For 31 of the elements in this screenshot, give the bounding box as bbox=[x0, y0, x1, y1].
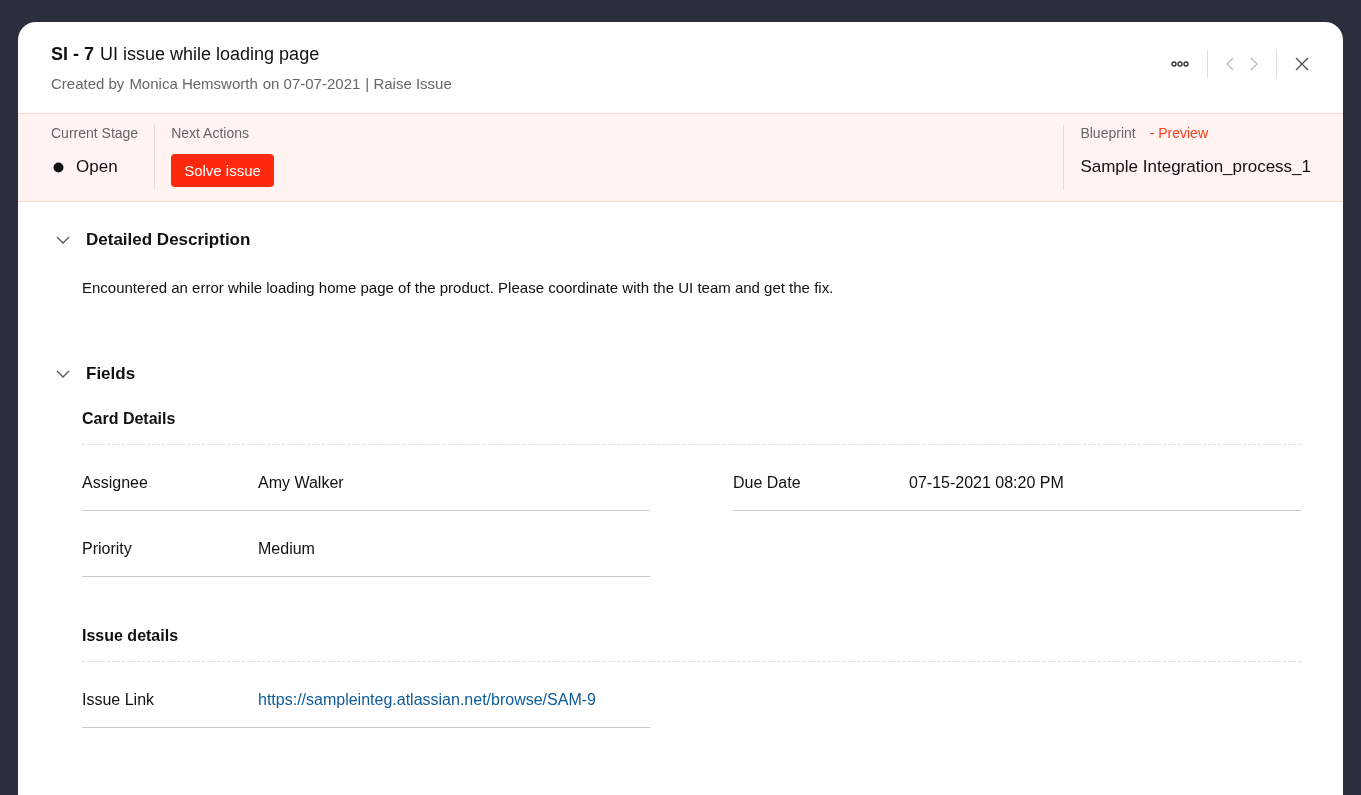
issue-link[interactable]: https://sampleinteg.atlassian.net/browse/SAM-9 bbox=[258, 690, 596, 709]
chevron-left-icon bbox=[1226, 57, 1234, 71]
field-label: Priority bbox=[82, 539, 133, 558]
group-title: Card Details bbox=[82, 410, 1301, 445]
next-actions-label: Next Actions bbox=[171, 125, 250, 141]
current-stage-label: Current Stage bbox=[51, 125, 139, 141]
field-value: Medium bbox=[258, 539, 315, 558]
group-title: Issue details bbox=[82, 627, 1301, 662]
blueprint-name: Sample Integration_process_1 bbox=[1080, 157, 1311, 177]
field-label: Assignee bbox=[82, 473, 149, 492]
description-text: Encountered an error while loading home page of the product. Please coordinate with the UI team and get the fix. bbox=[82, 279, 835, 296]
field-label: Issue Link bbox=[82, 690, 156, 709]
record-title: UI issue while loading page bbox=[100, 44, 320, 65]
layout-name: | Raise Issue bbox=[365, 75, 452, 92]
blueprint-label: Blueprint bbox=[1080, 125, 1136, 141]
preview-link[interactable]: - Preview bbox=[1149, 125, 1209, 141]
status-dot-icon bbox=[53, 161, 64, 173]
record-id: SI - 7 bbox=[51, 44, 94, 65]
field-value: 07-15-2021 08:20 PM bbox=[909, 473, 1064, 492]
more-icon bbox=[1171, 61, 1189, 67]
current-stage: Open bbox=[76, 157, 118, 177]
close-icon bbox=[1295, 57, 1309, 71]
created-by-label: Created by bbox=[51, 75, 125, 92]
section-title: Fields bbox=[86, 364, 136, 384]
field-label: Due Date bbox=[733, 473, 802, 492]
section-title: Detailed Description bbox=[86, 230, 251, 250]
created-date: on 07-07-2021 bbox=[262, 75, 361, 92]
solve-issue-button[interactable]: Solve issue bbox=[171, 154, 274, 187]
field-value: Amy Walker bbox=[258, 473, 344, 492]
creator-name: Monica Hemsworth bbox=[129, 75, 258, 92]
chevron-right-icon bbox=[1250, 57, 1258, 71]
